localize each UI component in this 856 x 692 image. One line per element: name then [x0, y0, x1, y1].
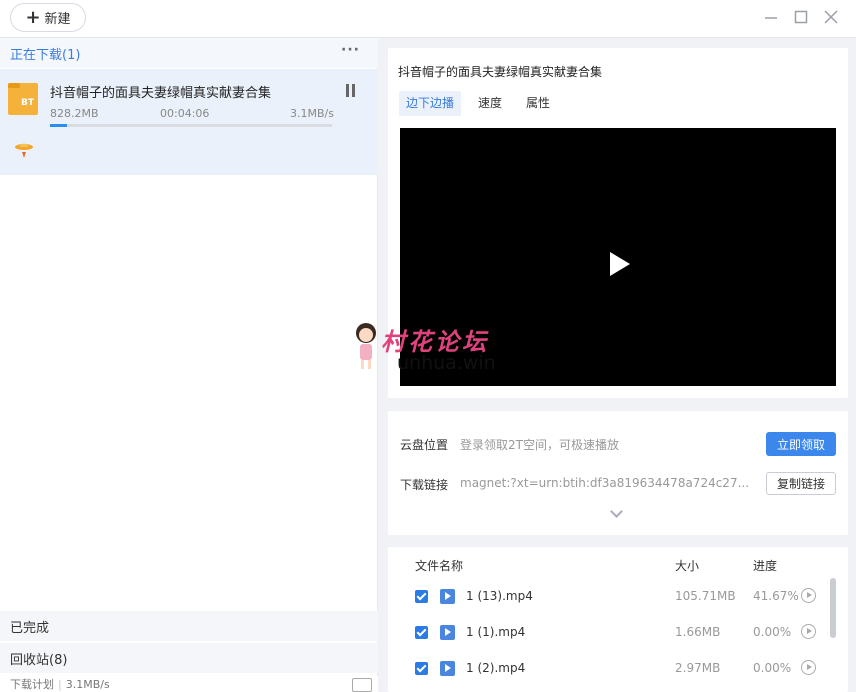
- tab-speed[interactable]: 速度: [471, 91, 509, 116]
- detail-title: 抖音帽子的面具夫妻绿帽真实献妻合集: [398, 65, 603, 79]
- file-progress: 0.00%: [753, 625, 792, 639]
- video-file-icon: [440, 625, 455, 640]
- completed-section-header[interactable]: 已完成: [0, 611, 378, 641]
- download-plan-footer: 下载计划 | 3.1MB/s: [0, 676, 378, 692]
- new-task-button[interactable]: + 新建: [10, 3, 86, 32]
- file-row[interactable]: 1 (2).mp4 2.97MB 0.00%: [388, 652, 828, 688]
- recycle-bin-label: 回收站(8): [10, 652, 68, 668]
- task-size: 828.2MB: [50, 107, 99, 120]
- more-dots-icon[interactable]: ···: [341, 42, 360, 58]
- watermark-url: unhua.win: [397, 352, 496, 374]
- close-icon[interactable]: [822, 8, 840, 26]
- file-checkbox[interactable]: [415, 626, 428, 639]
- play-icon[interactable]: [610, 252, 630, 276]
- link-info-card: 云盘位置 登录领取2T空间，可极速播放 立即领取 下载链接 magnet:?xt…: [388, 411, 848, 535]
- download-link-value[interactable]: magnet:?xt=urn:btih:df3a819634478a724c27…: [460, 476, 749, 490]
- file-progress: 0.00%: [753, 661, 792, 675]
- download-task-item[interactable]: BT 抖音帽子的面具夫妻绿帽真实献妻合集 828.2MB 00:04:06 3.…: [0, 69, 378, 175]
- bt-file-icon: BT: [8, 83, 38, 115]
- acceleration-icon[interactable]: [13, 139, 35, 161]
- footer-speed: 3.1MB/s: [65, 678, 110, 691]
- file-row[interactable]: 1 (1).mp4 1.66MB 0.00%: [388, 616, 828, 652]
- maximize-icon[interactable]: [792, 8, 810, 26]
- video-file-icon: [440, 661, 455, 676]
- file-size: 105.71MB: [675, 589, 736, 603]
- downloading-label: 正在下载(1): [10, 47, 81, 63]
- file-checkbox[interactable]: [415, 590, 428, 603]
- cloud-location-label: 云盘位置: [400, 438, 449, 452]
- download-plan-label[interactable]: 下载计划: [10, 678, 54, 691]
- file-name: 1 (13).mp4: [466, 589, 533, 603]
- detail-tabs: 边下边播 速度 属性: [399, 91, 567, 116]
- task-progress-fill: [50, 124, 67, 127]
- task-progress-bar: [50, 124, 332, 127]
- cloud-location-value: 登录领取2T空间，可极速播放: [460, 438, 619, 452]
- completed-label: 已完成: [10, 620, 50, 636]
- file-progress: 41.67%: [753, 589, 799, 603]
- tab-properties[interactable]: 属性: [519, 91, 557, 116]
- file-name: 1 (1).mp4: [466, 625, 526, 639]
- file-row[interactable]: 1 (13).mp4 105.71MB 41.67%: [388, 580, 828, 616]
- plus-icon: +: [25, 6, 41, 28]
- video-file-icon: [440, 589, 455, 604]
- downloading-section-header[interactable]: 正在下载(1) ···: [0, 38, 378, 68]
- file-list-card: 文件名称 大小 进度 1 (13).mp4 105.71MB 41.67% 1 …: [388, 547, 848, 692]
- claim-now-button[interactable]: 立即领取: [766, 432, 836, 456]
- column-header-progress[interactable]: 进度: [753, 557, 777, 574]
- column-header-size[interactable]: 大小: [675, 557, 699, 574]
- play-circle-icon[interactable]: [801, 624, 816, 639]
- download-link-label: 下载链接: [400, 478, 449, 492]
- file-list-scrollbar[interactable]: [830, 578, 836, 638]
- new-task-label: 新建: [44, 12, 71, 27]
- minimize-icon[interactable]: [762, 8, 780, 26]
- task-speed: 3.1MB/s: [290, 107, 334, 120]
- file-size: 2.97MB: [675, 661, 721, 675]
- column-header-filename[interactable]: 文件名称: [415, 557, 463, 574]
- task-title: 抖音帽子的面具夫妻绿帽真实献妻合集: [50, 86, 272, 101]
- file-size: 1.66MB: [675, 625, 721, 639]
- task-time-left: 00:04:06: [160, 107, 210, 120]
- chevron-down-icon[interactable]: [610, 505, 623, 518]
- file-checkbox[interactable]: [415, 662, 428, 675]
- recycle-bin-section-header[interactable]: 回收站(8): [0, 643, 378, 673]
- play-circle-icon[interactable]: [801, 660, 816, 675]
- tab-play-while-downloading[interactable]: 边下边播: [399, 91, 462, 116]
- task-list-panel: 正在下载(1) ··· BT 抖音帽子的面具夫妻绿帽真实献妻合集 828.2MB…: [0, 38, 378, 692]
- copy-link-button[interactable]: 复制链接: [766, 472, 836, 495]
- watermark-figure: [353, 322, 379, 372]
- pause-icon[interactable]: [346, 84, 358, 97]
- play-circle-icon[interactable]: [801, 588, 816, 603]
- lock-icon[interactable]: [352, 678, 372, 692]
- title-bar: + 新建: [0, 0, 856, 38]
- watermark: 村花论坛 unhua.win: [353, 322, 513, 374]
- file-name: 1 (2).mp4: [466, 661, 526, 675]
